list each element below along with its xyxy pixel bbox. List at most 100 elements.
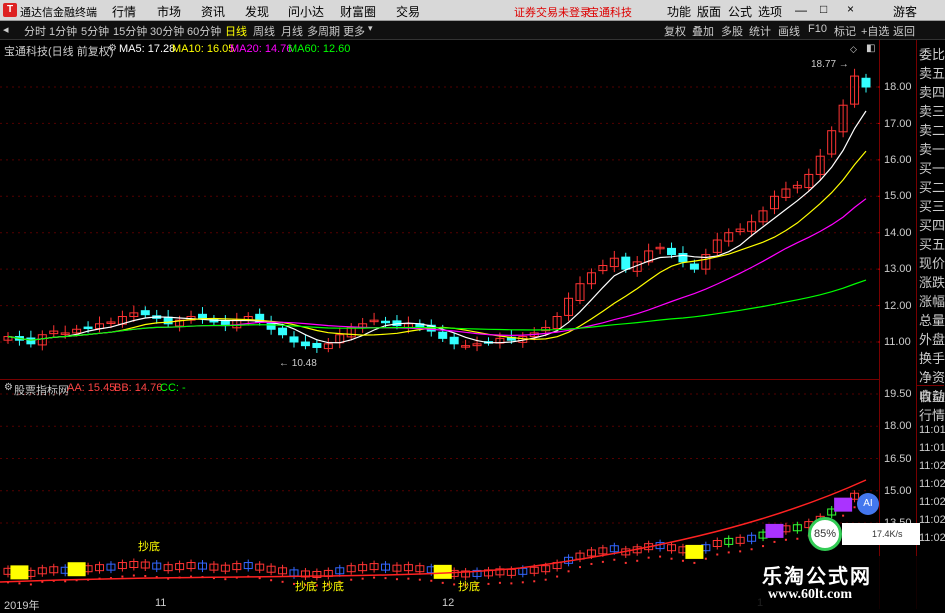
indicator-dot: [544, 578, 547, 581]
side-item-outer: 外盘: [919, 332, 945, 347]
side-item-buy4: 买四: [919, 218, 945, 233]
indicator-dot: [716, 553, 719, 556]
indicator-dot: [18, 582, 21, 585]
signal-block: [67, 562, 86, 577]
indicator-dot: [613, 558, 616, 561]
indicator-dot: [601, 560, 604, 563]
indicator-dot: [681, 559, 684, 562]
indicator-tick-label: 16.50: [884, 453, 912, 465]
indicator-dot: [29, 583, 32, 586]
indicator-dot: [796, 537, 799, 540]
indicator-dot: [453, 583, 456, 586]
indicator-dot: [281, 580, 284, 583]
indicator-dot: [384, 577, 387, 580]
price-tick-label: 13.00: [884, 263, 912, 275]
indicator-dot: [224, 578, 227, 581]
side-item-change-pct: 涨幅: [919, 294, 945, 309]
candle-body: [438, 331, 448, 339]
candle-body: [140, 310, 150, 316]
indicator-dot: [624, 561, 627, 564]
network-speed-widget[interactable]: 85%: [808, 517, 842, 551]
price-tick-label: 11.00: [884, 336, 911, 348]
indicator-dot: [132, 574, 135, 577]
indicator-dot: [121, 575, 124, 578]
side-time: 11:02: [919, 496, 945, 508]
indicator-dot: [590, 562, 593, 565]
indicator-tick-label: 18.00: [884, 420, 912, 432]
price-tick-label: 15.00: [884, 190, 912, 202]
watermark-title: 乐淘公式网: [762, 566, 872, 588]
signal-block: [834, 497, 853, 512]
price-tick-label: 18.00: [884, 81, 912, 93]
date-label: 12: [442, 597, 455, 609]
side-item-price: 现价: [919, 256, 945, 271]
side-item-commission-ratio: 委比: [919, 47, 945, 62]
signal-block: [685, 544, 704, 559]
ai-assistant-button[interactable]: AI: [857, 493, 879, 515]
indicator-dot: [373, 576, 376, 579]
side-item-volume: 总量: [919, 313, 945, 328]
indicator-dot: [567, 570, 570, 573]
candle-body: [266, 322, 276, 330]
side-time: 11:02: [919, 460, 945, 472]
quote-side-panel[interactable]: 委比 卖五 卖四 卖三 卖二 卖一 买一 买二 买三 买四 买五 现价 涨跌 涨…: [916, 40, 945, 609]
indicator-dot: [853, 506, 856, 509]
tool-back[interactable]: 返回: [893, 23, 915, 39]
candle-body: [861, 77, 871, 88]
indicator-dot: [647, 556, 650, 559]
price-tick-label: 17.00: [884, 118, 912, 130]
side-time: 11:01: [919, 424, 945, 436]
indicator-dot: [727, 551, 730, 554]
side-item-sell4: 卖四: [919, 85, 945, 100]
indicator-dot: [693, 561, 696, 564]
side-item-change: 涨跌: [919, 275, 945, 290]
candle-body: [312, 342, 322, 348]
indicator-dot: [762, 545, 765, 548]
indicator-dot: [144, 575, 147, 578]
ma60-line: [7, 279, 867, 341]
candle-body: [26, 337, 36, 345]
indicator-dot: [270, 579, 273, 582]
chart-canvas: 18.77 →← 10.48抄底抄底 抄底 抄底: [0, 59, 880, 593]
indicator-dot: [704, 557, 707, 560]
candle-body: [83, 326, 93, 330]
candle-body: [300, 341, 310, 347]
indicator-dot: [579, 566, 581, 569]
guest-account[interactable]: 游客: [893, 3, 917, 20]
low-price-marker: ← 10.48: [279, 358, 317, 369]
indicator-dot: [441, 581, 444, 584]
date-label: 11: [155, 597, 167, 609]
signal-block: [765, 523, 784, 538]
side-item-buy2: 买二: [919, 180, 945, 195]
indicator-dot: [350, 578, 353, 581]
side-item-buy1: 买一: [919, 161, 945, 176]
watermark-url: www.60lt.com: [768, 587, 852, 602]
side-item-sell1: 卖一: [919, 142, 945, 157]
indicator-dot: [636, 559, 639, 562]
side-time: 11:02: [919, 514, 945, 526]
side-auto[interactable]: 自动: [919, 386, 945, 405]
indicator-dot: [430, 579, 433, 582]
signal-block: [433, 564, 452, 579]
ma5-line: [7, 110, 867, 344]
side-quote[interactable]: 行情: [919, 405, 945, 424]
indicator-dot: [533, 580, 536, 583]
indicator-dot: [418, 578, 421, 581]
high-price-marker: 18.77 →: [811, 59, 849, 70]
side-item-buy3: 买三: [919, 199, 945, 214]
indicator-tick-label: 15.00: [884, 485, 912, 497]
side-time: 11:02: [919, 532, 945, 544]
ma10-line: [7, 150, 867, 341]
candle-body: [449, 336, 459, 345]
indicator-dot: [842, 514, 845, 517]
indicator-dot: [659, 555, 662, 558]
candle-body: [667, 247, 677, 256]
signal-annotation: 抄底: [138, 539, 160, 553]
indicator-dot: [750, 548, 753, 551]
indicator-dot: [521, 581, 524, 584]
candle-body: [381, 320, 391, 324]
candle-body: [289, 336, 299, 343]
indicator-dot: [361, 577, 364, 580]
watermark: 乐淘公式网 www.60lt.com: [746, 556, 918, 609]
side-item-buy5: 买五: [919, 237, 945, 252]
